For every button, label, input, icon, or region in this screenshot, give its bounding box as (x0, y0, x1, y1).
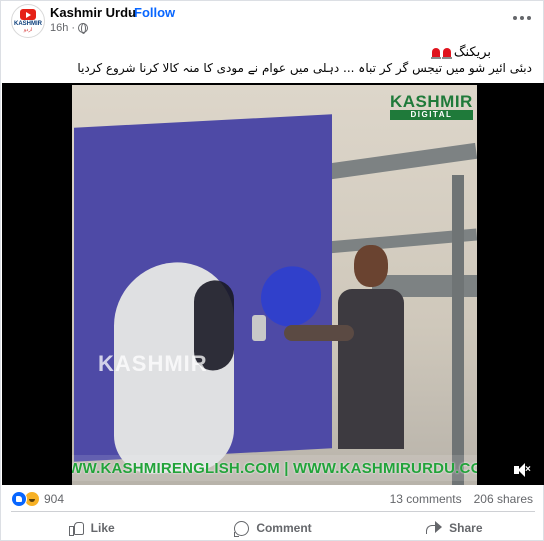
post-header: KASHMIR اردو Kashmir Urdu · Follow 16h · (1, 1, 544, 41)
like-button[interactable]: Like (1, 514, 182, 541)
billboard (74, 114, 332, 476)
caption-breaking-label: بریکنگ (453, 45, 491, 60)
more-options-button[interactable] (510, 10, 534, 26)
engagement-stats: 13 comments 206 shares (390, 492, 533, 506)
share-button[interactable]: Share (364, 514, 544, 541)
man-head (354, 245, 388, 287)
brand-bottom-text: DIGITAL (390, 110, 473, 120)
speaker-cone (518, 463, 525, 477)
reaction-summary[interactable]: 904 (11, 491, 64, 507)
meta-separator: · (71, 22, 76, 34)
mute-x: × (525, 464, 531, 475)
like-reaction-icon (11, 491, 27, 507)
shares-count-link[interactable]: 206 shares (474, 492, 533, 506)
caption-breaking: بریکنگ (430, 45, 491, 60)
ticker-text: WWW.KASHMIRENGLISH.COM | WWW.KASHMIRURDU… (72, 459, 477, 477)
follow-button[interactable]: Follow (134, 5, 175, 20)
thumbs-up-icon (68, 521, 84, 536)
reaction-count: 904 (44, 492, 65, 506)
page-avatar[interactable]: KASHMIR اردو (11, 4, 45, 38)
share-arrow-icon (426, 521, 443, 535)
comment-bubble-icon (234, 520, 250, 537)
avatar-logo-subtext: اردو (23, 27, 33, 33)
more-dot-icon (513, 16, 517, 20)
page-name-link[interactable]: Kashmir Urdu (50, 5, 136, 20)
video-ticker: WWW.KASHMIRENGLISH.COM | WWW.KASHMIRURDU… (72, 455, 477, 481)
siren-icon (441, 47, 452, 59)
name-separator: · (129, 5, 134, 20)
post-timestamp[interactable]: 16h (50, 22, 68, 34)
man-body (338, 289, 404, 449)
steel-post (452, 175, 464, 485)
blue-paint-spray (261, 264, 321, 328)
volume-muted-icon[interactable]: × (514, 463, 532, 477)
more-dot-icon (527, 16, 531, 20)
feed-post: KASHMIR اردو Kashmir Urdu · Follow 16h ·… (0, 0, 544, 541)
comments-count-link[interactable]: 13 comments (390, 492, 462, 506)
man-figure (284, 245, 414, 455)
caption-text: دبئی ائیر شو میں تیجس گر کر تباہ ... دہل… (77, 61, 532, 75)
post-meta: 16h · (50, 22, 89, 34)
more-dot-icon (520, 16, 524, 20)
globe-icon[interactable] (78, 23, 89, 34)
comment-button[interactable]: Comment (182, 514, 363, 541)
siren-icon (430, 47, 441, 59)
actions-divider (11, 511, 535, 512)
man-arm (284, 325, 354, 341)
comment-label: Comment (256, 521, 312, 535)
video-frame: KASHMIR KASHMIR DIGITAL WWW.KASHMIRENGLI… (72, 85, 477, 485)
video-watermark: KASHMIR (98, 351, 208, 376)
video-player[interactable]: KASHMIR KASHMIR DIGITAL WWW.KASHMIRENGLI… (2, 83, 544, 485)
brand-top-text: KASHMIR (390, 92, 473, 111)
channel-brand-logo: KASHMIR DIGITAL (390, 93, 473, 120)
post-actions-bar: Like Comment Share (1, 514, 544, 541)
like-label: Like (90, 521, 115, 535)
share-label: Share (449, 521, 483, 535)
spray-can (252, 315, 266, 341)
play-logo-icon (20, 9, 36, 20)
